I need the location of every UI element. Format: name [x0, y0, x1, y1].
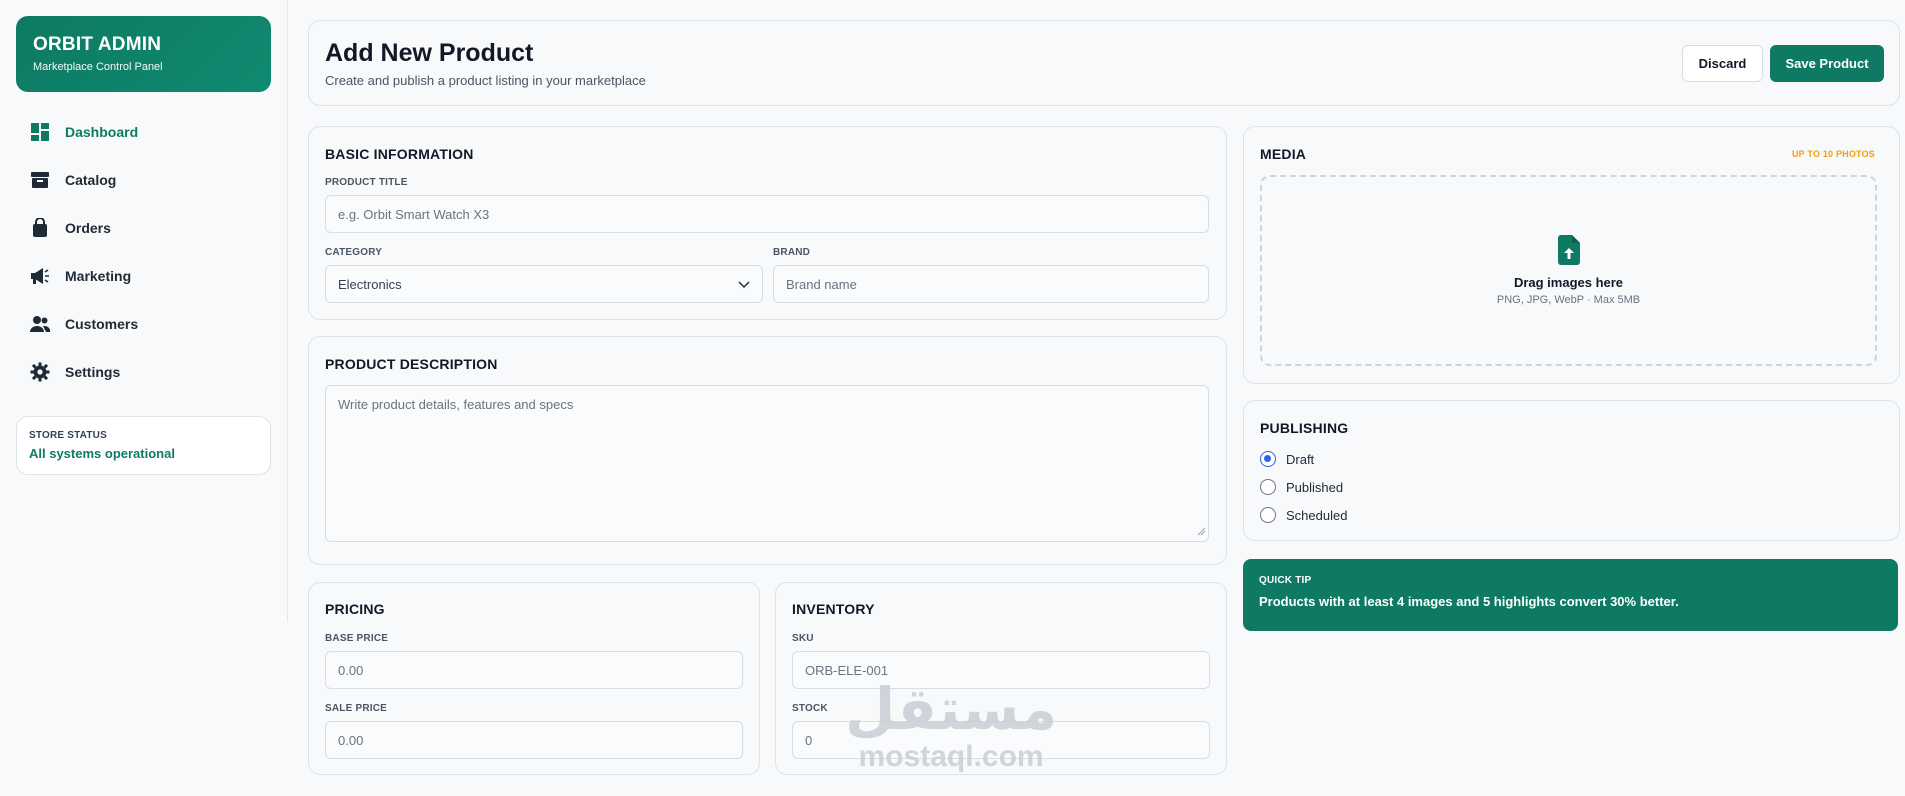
- megaphone-icon: [29, 265, 51, 287]
- file-upload-icon: [1556, 235, 1582, 265]
- publishing-options: Draft Published Scheduled: [1260, 445, 1347, 529]
- sidebar-item-marketing[interactable]: Marketing: [16, 252, 271, 300]
- save-product-button[interactable]: Save Product: [1770, 45, 1884, 82]
- product-title-label: PRODUCT TITLE: [325, 177, 408, 188]
- sku-label: SKU: [792, 633, 814, 644]
- base-price-label: BASE PRICE: [325, 633, 389, 644]
- sidebar-item-catalog[interactable]: Catalog: [16, 156, 271, 204]
- radio-published[interactable]: [1260, 479, 1276, 495]
- brand-subtitle: Marketplace Control Panel: [33, 61, 163, 73]
- product-title-input[interactable]: e.g. Orbit Smart Watch X3: [325, 195, 1209, 233]
- store-status-label: STORE STATUS: [29, 430, 107, 441]
- product-description-card: PRODUCT DESCRIPTION Write product detail…: [308, 336, 1227, 565]
- publishing-title: PUBLISHING: [1260, 420, 1349, 436]
- radio-option-scheduled[interactable]: Scheduled: [1260, 501, 1347, 529]
- page-subtitle: Create and publish a product listing in …: [325, 73, 646, 88]
- sidebar: ORBIT ADMIN Marketplace Control Panel Da…: [0, 0, 288, 622]
- sale-price-input[interactable]: 0.00: [325, 721, 743, 759]
- page-header: Add New Product Create and publish a pro…: [308, 20, 1900, 106]
- sidebar-item-label: Customers: [65, 316, 139, 332]
- media-card: MEDIA UP TO 10 PHOTOS Drag images here P…: [1243, 126, 1900, 384]
- category-select[interactable]: Electronics: [325, 265, 763, 303]
- dropzone-subtitle: PNG, JPG, WebP · Max 5MB: [1496, 294, 1641, 306]
- page-title: Add New Product: [325, 39, 534, 67]
- sidebar-item-label: Dashboard: [65, 124, 139, 140]
- brand-input[interactable]: Brand name: [773, 265, 1209, 303]
- radio-scheduled[interactable]: [1260, 507, 1276, 523]
- inventory-card: INVENTORY SKU ORB-ELE-001 STOCK 0: [775, 582, 1227, 775]
- dropzone-title: Drag images here: [1513, 275, 1624, 290]
- stock-label: STOCK: [792, 703, 828, 714]
- radio-label: Scheduled: [1286, 507, 1348, 523]
- users-icon: [29, 313, 51, 335]
- media-title: MEDIA: [1260, 146, 1307, 162]
- description-placeholder: Write product details, features and spec…: [338, 397, 574, 412]
- radio-label: Draft: [1286, 451, 1315, 467]
- radio-label: Published: [1286, 479, 1344, 495]
- quick-tip-text: Products with at least 4 images and 5 hi…: [1259, 594, 1679, 609]
- shopping-bag-icon: [29, 217, 51, 239]
- inventory-title: INVENTORY: [792, 601, 875, 617]
- media-limit-badge: UP TO 10 PHOTOS: [1791, 149, 1875, 159]
- quick-tip-label: QUICK TIP: [1259, 575, 1312, 586]
- sidebar-item-label: Catalog: [65, 172, 117, 188]
- radio-option-published[interactable]: Published: [1260, 473, 1347, 501]
- stock-input[interactable]: 0: [792, 721, 1210, 759]
- category-select-value: Electronics: [338, 276, 402, 292]
- description-textarea[interactable]: Write product details, features and spec…: [325, 385, 1209, 542]
- basic-information-card: BASIC INFORMATION PRODUCT TITLE e.g. Orb…: [308, 126, 1227, 320]
- discard-button[interactable]: Discard: [1682, 45, 1763, 82]
- resize-handle-icon[interactable]: [1197, 524, 1206, 539]
- archive-box-icon: [29, 169, 51, 191]
- sku-input[interactable]: ORB-ELE-001: [792, 651, 1210, 689]
- pricing-card: PRICING BASE PRICE 0.00 SALE PRICE 0.00: [308, 582, 760, 775]
- sidebar-item-orders[interactable]: Orders: [16, 204, 271, 252]
- base-price-input[interactable]: 0.00: [325, 651, 743, 689]
- chevron-down-icon: [738, 277, 750, 292]
- store-status-card: STORE STATUS All systems operational: [16, 416, 271, 475]
- basic-information-title: BASIC INFORMATION: [325, 146, 474, 162]
- store-status-value: All systems operational: [29, 446, 175, 461]
- quick-tip-card: QUICK TIP Products with at least 4 image…: [1243, 559, 1898, 631]
- pricing-title: PRICING: [325, 601, 385, 617]
- sale-price-label: SALE PRICE: [325, 703, 388, 714]
- sidebar-item-dashboard[interactable]: Dashboard: [16, 108, 271, 156]
- image-dropzone[interactable]: Drag images here PNG, JPG, WebP · Max 5M…: [1260, 175, 1877, 366]
- brand-label: BRAND: [773, 247, 811, 258]
- gear-icon: [29, 361, 51, 383]
- sidebar-item-label: Marketing: [65, 268, 132, 284]
- radio-draft[interactable]: [1260, 451, 1276, 467]
- product-description-title: PRODUCT DESCRIPTION: [325, 356, 498, 372]
- sidebar-nav: Dashboard Catalog Orders Marketing Custo…: [16, 108, 271, 396]
- brand-title: ORBIT ADMIN: [33, 34, 162, 55]
- radio-option-draft[interactable]: Draft: [1260, 445, 1347, 473]
- category-label: CATEGORY: [325, 247, 383, 258]
- sidebar-item-settings[interactable]: Settings: [16, 348, 271, 396]
- sidebar-item-label: Settings: [65, 364, 121, 380]
- sidebar-item-customers[interactable]: Customers: [16, 300, 271, 348]
- brand-block: ORBIT ADMIN Marketplace Control Panel: [16, 16, 271, 92]
- publishing-card: PUBLISHING Draft Published Scheduled: [1243, 400, 1900, 541]
- sidebar-item-label: Orders: [65, 220, 111, 236]
- dashboard-icon: [29, 121, 51, 143]
